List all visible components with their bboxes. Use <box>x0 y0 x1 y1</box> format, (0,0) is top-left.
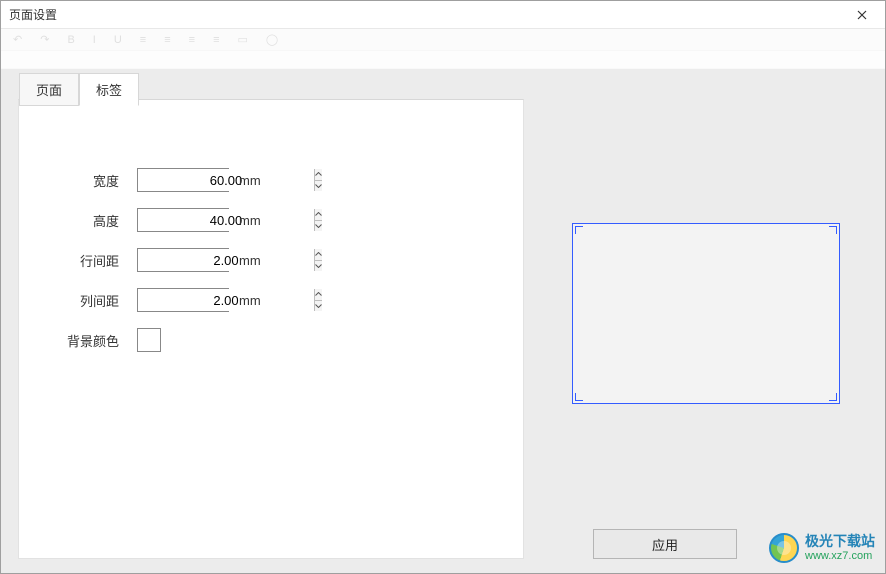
unit-rowgap: mm <box>239 253 261 268</box>
background-ruler <box>1 51 885 69</box>
unit-width: mm <box>239 173 261 188</box>
colgap-input[interactable] <box>138 289 314 311</box>
rowgap-spinner <box>137 248 229 272</box>
corner-mark-bl <box>575 393 583 401</box>
colgap-spinner <box>137 288 229 312</box>
close-button[interactable] <box>839 1 885 29</box>
height-step-up[interactable] <box>315 209 322 221</box>
tab-label[interactable]: 标签 <box>79 73 139 106</box>
page-setup-dialog: 页面设置 ↶↷BIU≡≡≡≡▭◯ 页面 标签 宽度 <box>0 0 886 574</box>
rowgap-step-up[interactable] <box>315 249 322 261</box>
chevron-down-icon <box>315 224 322 228</box>
tab-content: 宽度 mm 高度 <box>18 99 524 559</box>
corner-mark-tr <box>829 226 837 234</box>
colgap-step-down[interactable] <box>315 301 322 312</box>
bgcolor-picker[interactable] <box>137 328 161 352</box>
label-bgcolor: 背景颜色 <box>49 331 119 350</box>
tab-strip: 页面 标签 <box>19 73 139 106</box>
row-height: 高度 mm <box>49 206 261 234</box>
chevron-up-icon <box>315 292 322 296</box>
unit-height: mm <box>239 213 261 228</box>
height-step-down[interactable] <box>315 221 322 232</box>
label-colgap: 列间距 <box>49 291 119 310</box>
apply-button[interactable]: 应用 <box>593 529 737 559</box>
chevron-down-icon <box>315 264 322 268</box>
label-height: 高度 <box>49 211 119 230</box>
chevron-down-icon <box>315 304 322 308</box>
chevron-up-icon <box>315 252 322 256</box>
width-step-up[interactable] <box>315 169 322 181</box>
watermark-url: www.xz7.com <box>805 550 875 562</box>
unit-colgap: mm <box>239 293 261 308</box>
colgap-step-up[interactable] <box>315 289 322 301</box>
chevron-up-icon <box>315 172 322 176</box>
chevron-down-icon <box>315 184 322 188</box>
row-colgap: 列间距 mm <box>49 286 261 314</box>
rowgap-input[interactable] <box>138 249 314 271</box>
width-input[interactable] <box>138 169 314 191</box>
site-watermark: 极光下载站 www.xz7.com <box>769 533 875 563</box>
row-rowgap: 行间距 mm <box>49 246 261 274</box>
row-width: 宽度 mm <box>49 166 261 194</box>
label-width: 宽度 <box>49 171 119 190</box>
titlebar: 页面设置 <box>1 1 885 29</box>
row-bgcolor: 背景颜色 <box>49 326 261 354</box>
corner-mark-br <box>829 393 837 401</box>
rowgap-step-down[interactable] <box>315 261 322 272</box>
watermark-name: 极光下载站 <box>805 534 875 549</box>
height-input[interactable] <box>138 209 314 231</box>
width-spinner <box>137 168 229 192</box>
tab-page[interactable]: 页面 <box>19 73 79 106</box>
label-form: 宽度 mm 高度 <box>49 166 261 366</box>
client-area: 页面 标签 宽度 mm <box>1 69 885 573</box>
width-step-down[interactable] <box>315 181 322 192</box>
background-toolbar: ↶↷BIU≡≡≡≡▭◯ <box>1 29 885 51</box>
chevron-up-icon <box>315 212 322 216</box>
close-icon <box>857 10 867 20</box>
label-preview <box>572 223 840 404</box>
watermark-logo-icon <box>769 533 799 563</box>
label-rowgap: 行间距 <box>49 251 119 270</box>
window-title: 页面设置 <box>9 6 57 23</box>
corner-mark-tl <box>575 226 583 234</box>
height-spinner <box>137 208 229 232</box>
